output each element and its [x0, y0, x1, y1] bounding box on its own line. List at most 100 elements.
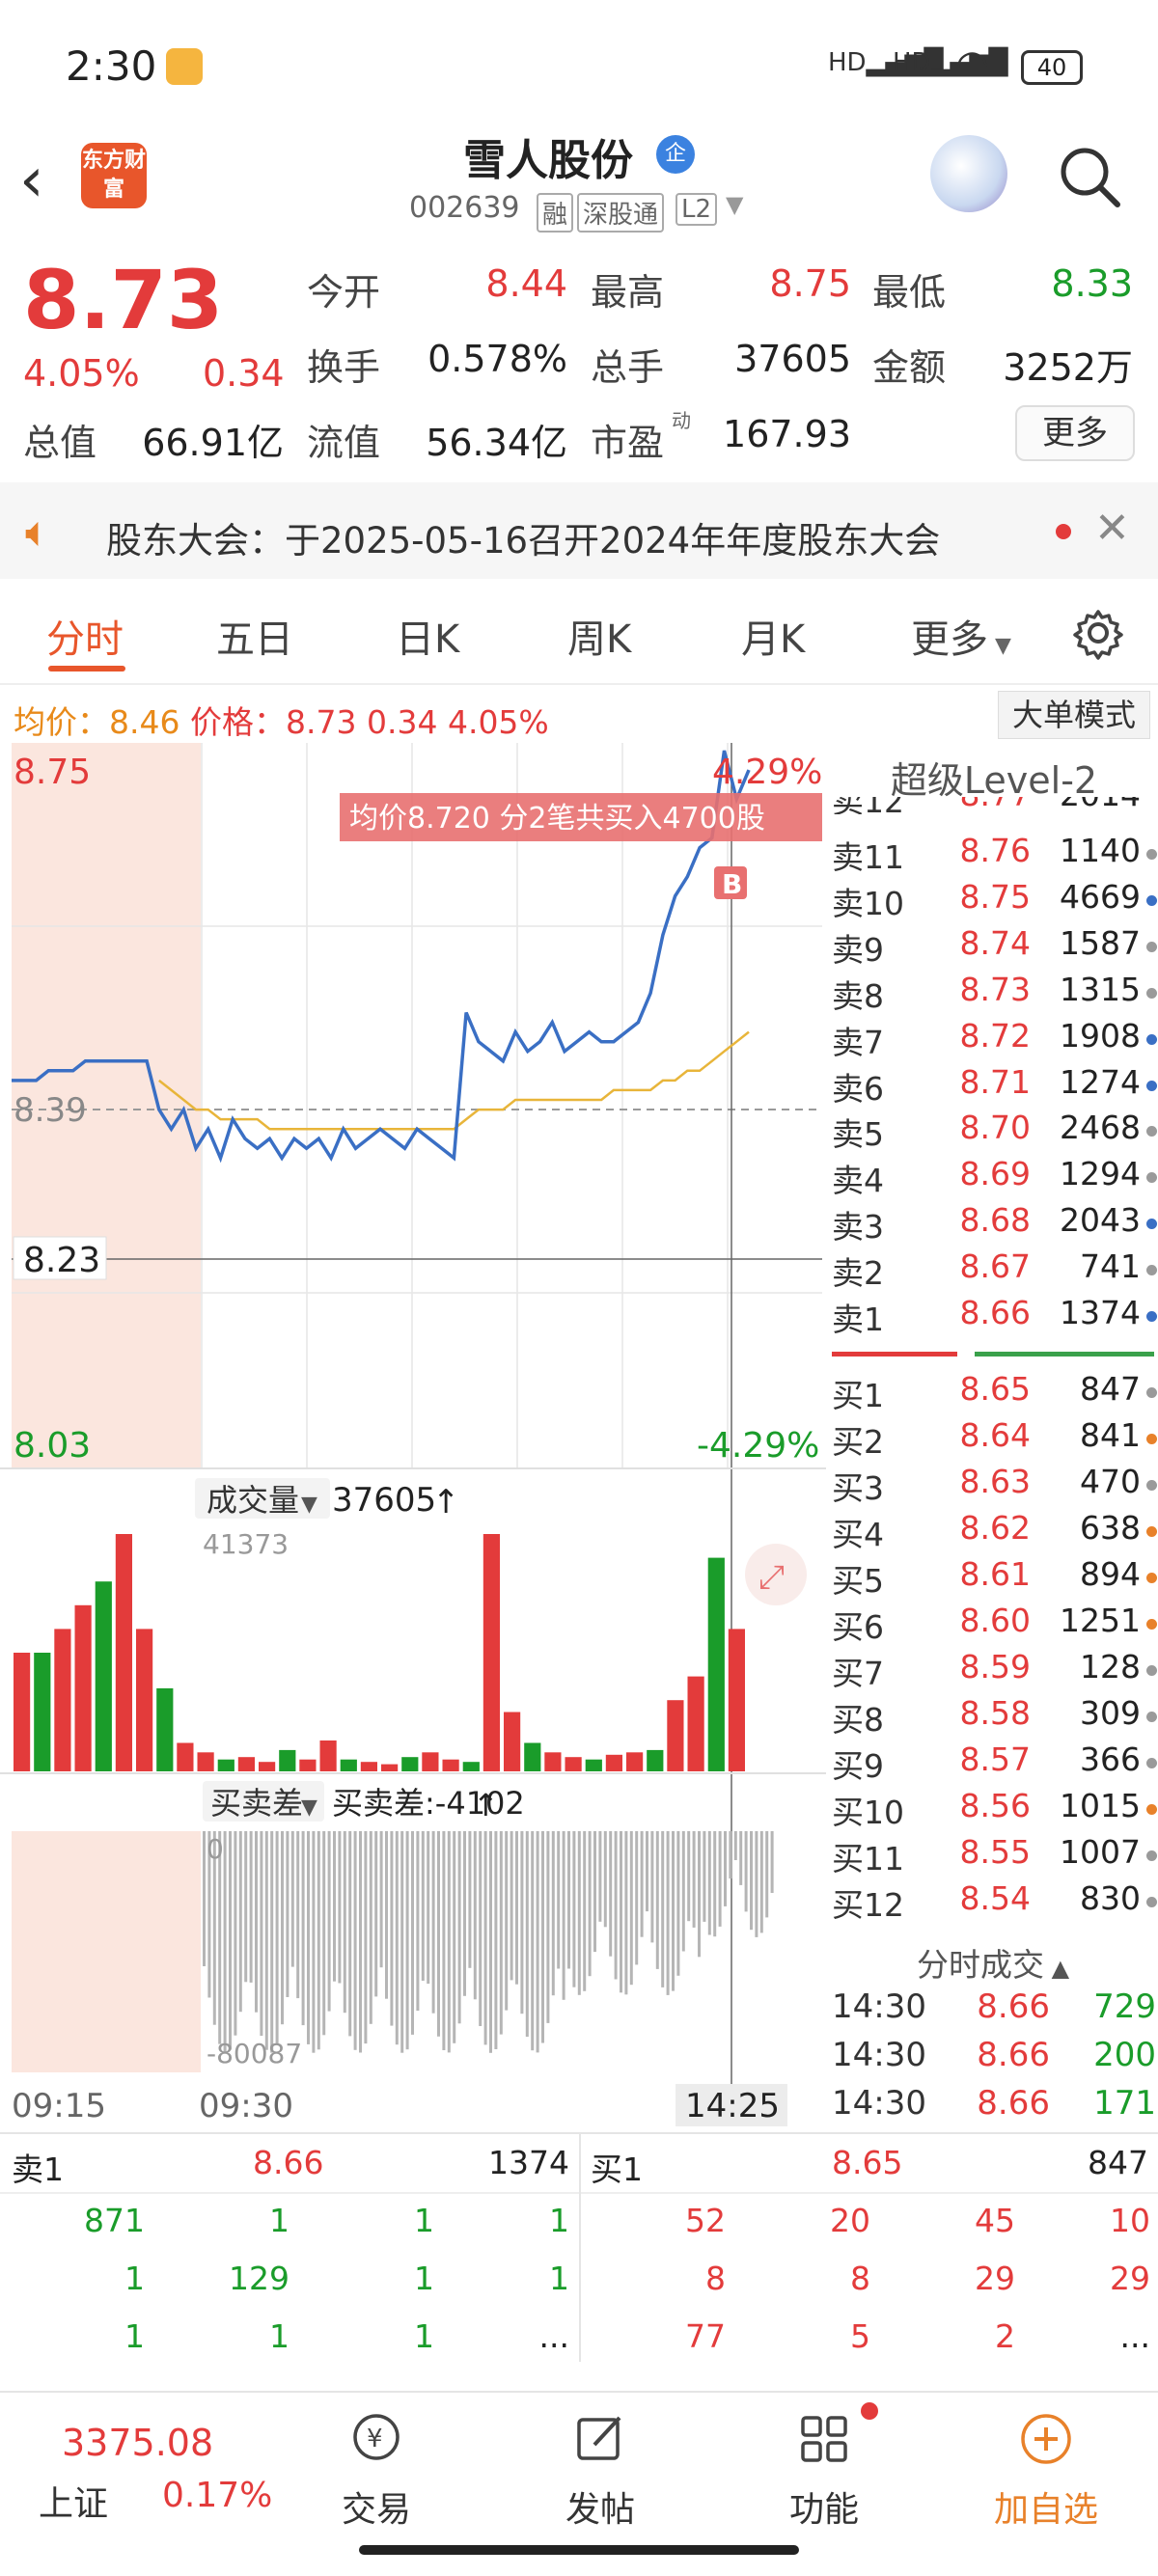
bid-volume: 1251 [1060, 1602, 1141, 1639]
ask-row[interactable]: 卖3 8.68 2043 [828, 1201, 1158, 1247]
bid-row[interactable]: 买10 8.56 1015 [828, 1787, 1158, 1833]
diff-bar [312, 1831, 316, 2053]
ask-row[interactable]: 卖11 8.76 1140 [828, 832, 1158, 878]
ask-level-label: 卖11 [832, 838, 904, 876]
ask-row[interactable]: 卖7 8.72 1908 [828, 1017, 1158, 1063]
bid-price: 8.65 [959, 1370, 1031, 1408]
bid-row[interactable]: 买2 8.64 841 [828, 1416, 1158, 1463]
diff-bar [244, 1831, 248, 1983]
bid-volume: 470 [1080, 1463, 1141, 1500]
turnover-value: 0.578% [427, 338, 567, 380]
more-button[interactable]: 更多 [1015, 405, 1135, 461]
speaker-icon: 🔈︎ [25, 507, 51, 557]
diff-bar [624, 1831, 628, 1995]
volume-bar [156, 1687, 174, 1771]
nav-trade[interactable]: ¥ 交易 [309, 2408, 444, 2532]
trade-row[interactable]: 14:30 8.66 171 [828, 2084, 1158, 2132]
ask-volume: 741 [1080, 1247, 1141, 1286]
nav-add-watchlist[interactable]: 加自选 [979, 2408, 1114, 2532]
nav-post-label: 发帖 [565, 2490, 635, 2530]
index-name[interactable]: 上证 [39, 2476, 108, 2526]
bid-row[interactable]: 买3 8.63 470 [828, 1463, 1158, 1509]
pct-bottom-label: -4.29% [697, 1426, 819, 1466]
bid-level-label: 买11 [832, 1840, 904, 1877]
diff-bar [724, 1831, 727, 1906]
notice-text[interactable]: 股东大会：于2025-05-16召开2024年年度股东大会 [106, 511, 940, 563]
ask-dot [1146, 1126, 1157, 1137]
trade-volume: 729 [1093, 1987, 1156, 2026]
level2-title[interactable]: 超级Level-2 [830, 751, 1158, 804]
nav-post[interactable]: 发帖 [533, 2408, 668, 2532]
index-change-percent[interactable]: 0.17% [162, 2476, 272, 2515]
diff-bar [505, 1831, 509, 2011]
back-button[interactable]: ‹ [19, 145, 44, 216]
diff-bar [525, 1831, 529, 2038]
bid-row[interactable]: 买1 8.65 847 [828, 1370, 1158, 1416]
tab-daily-k[interactable]: 日K [396, 608, 459, 664]
ask-row[interactable]: 卖10 8.75 4669 [828, 878, 1158, 924]
ask-volume: 4669 [1060, 877, 1141, 916]
trade-row[interactable]: 14:30 8.66 200 [828, 2036, 1158, 2084]
app-logo[interactable]: 东方财富 [81, 143, 147, 208]
queue-mid-divider [579, 2134, 581, 2362]
bid-row[interactable]: 买4 8.62 638 [828, 1509, 1158, 1555]
trade-row[interactable]: 14:30 8.66 729 [828, 1987, 1158, 2036]
trade-icon: ¥ [353, 2414, 400, 2460]
queue-ask-volume: 1374 [488, 2144, 569, 2181]
ask-row[interactable]: 卖9 8.74 1587 [828, 924, 1158, 971]
big-order-mode-button[interactable]: 大单模式 [998, 691, 1150, 739]
search-icon[interactable] [1056, 143, 1123, 210]
ask-row[interactable]: 卖2 8.67 741 [828, 1247, 1158, 1294]
bid-row[interactable]: 买11 8.55 1007 [828, 1833, 1158, 1879]
bid-row[interactable]: 买9 8.57 366 [828, 1740, 1158, 1787]
tab-intraday[interactable]: 分时 [46, 608, 124, 664]
diff-bar [750, 1831, 753, 1931]
ask-row[interactable]: 卖6 8.71 1274 [828, 1063, 1158, 1110]
volume-bar [95, 1581, 112, 1771]
diff-bar [583, 1831, 587, 1991]
close-icon[interactable]: ✕ [1094, 504, 1130, 553]
ask-dot [1146, 1033, 1157, 1045]
ask-row[interactable]: 卖4 8.69 1294 [828, 1155, 1158, 1201]
volume-bar [728, 1629, 745, 1771]
ask-level-label: 卖4 [832, 1162, 884, 1200]
trades-title[interactable]: 分时成交 ▲ [828, 1939, 1158, 1986]
bid-volume: 841 [1080, 1416, 1141, 1454]
chevron-down-icon[interactable]: ▼ [726, 191, 743, 218]
ask-row[interactable]: 卖12 8.772014 [828, 797, 1158, 814]
intraday-chart[interactable]: 8.75 8.39 8.23 8.03 4.29% -4.29% 均价8.720… [0, 743, 826, 2132]
bid-dot [1146, 1387, 1157, 1398]
bid-row[interactable]: 买12 8.54 830 [828, 1879, 1158, 1926]
gear-icon[interactable] [1071, 606, 1125, 660]
queue-order-cell: 1 [414, 2260, 434, 2297]
diff-bar [416, 1831, 420, 2012]
bid-row[interactable]: 买5 8.61 894 [828, 1555, 1158, 1602]
tab-divider [0, 683, 1158, 685]
bid-dot [1146, 1665, 1157, 1676]
tab-monthly-k[interactable]: 月K [741, 608, 805, 664]
volume-bar [585, 1759, 602, 1771]
caret-down-icon: ▼ [988, 634, 1011, 658]
volume-bar [401, 1757, 419, 1771]
index-value[interactable]: 3375.08 [62, 2422, 213, 2464]
bid-row[interactable]: 买6 8.60 1251 [828, 1602, 1158, 1648]
tab-weekly-k[interactable]: 周K [567, 608, 631, 664]
tab-more[interactable]: 更多 ▼ [911, 608, 1011, 664]
nav-functions[interactable]: 功能 [757, 2408, 892, 2532]
avg-price-label: 均价： [14, 703, 109, 741]
ask-dot [1146, 1219, 1157, 1230]
queue-order-cell: 129 [229, 2260, 290, 2297]
tab-five-day[interactable]: 五日 [216, 608, 293, 664]
volume-bar [54, 1629, 71, 1771]
diff-bar [718, 1831, 722, 1927]
ask-row[interactable]: 卖8 8.73 1315 [828, 971, 1158, 1017]
volume-bar [605, 1754, 622, 1771]
assistant-avatar[interactable] [930, 135, 1007, 212]
diff-bar [463, 1831, 466, 1996]
bid-row[interactable]: 买8 8.58 309 [828, 1694, 1158, 1740]
bid-row[interactable]: 买7 8.59 128 [828, 1648, 1158, 1694]
add-circle-icon [1021, 2414, 1071, 2464]
ask-row[interactable]: 卖5 8.70 2468 [828, 1109, 1158, 1155]
diff-bar [468, 1831, 472, 1968]
ask-row[interactable]: 卖1 8.66 1374 [828, 1294, 1158, 1340]
